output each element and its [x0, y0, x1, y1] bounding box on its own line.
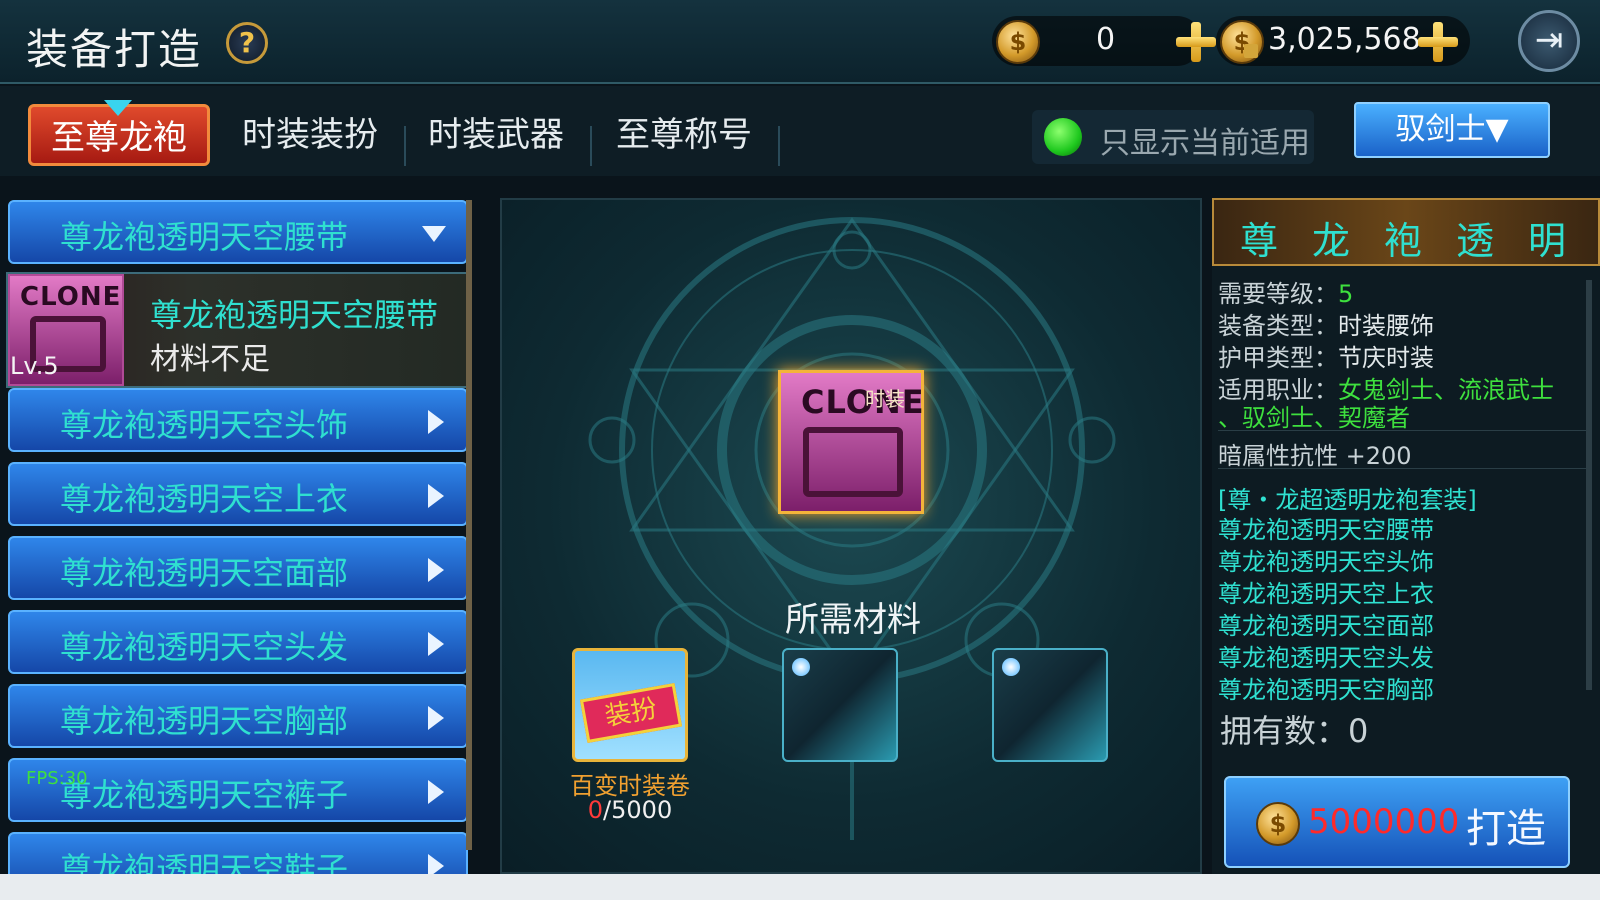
- set-item: 尊龙袍透明天空面部: [1218, 612, 1434, 640]
- item-level: Lv.5: [10, 352, 59, 380]
- list-scrollbar-thumb[interactable]: [466, 200, 472, 850]
- add-gold-icon[interactable]: [1176, 22, 1216, 62]
- question-icon[interactable]: ?: [226, 22, 268, 64]
- gold-amount: 0: [1096, 22, 1116, 57]
- category-headwear[interactable]: 尊龙袍透明天空头饰: [8, 388, 468, 452]
- category-face[interactable]: 尊龙袍透明天空面部: [8, 536, 468, 600]
- chevron-down-icon: [422, 226, 446, 242]
- category-label: 尊龙袍透明天空头饰: [60, 406, 349, 444]
- attr-label: 需要等级：: [1218, 280, 1338, 308]
- tab-bar: 至尊龙袍 时装装扮 时装武器 至尊称号 只显示当前适用 驭剑士▼: [0, 86, 1600, 176]
- class-select-dropdown[interactable]: 驭剑士▼: [1354, 102, 1550, 158]
- applicable-classes-cont: 、驭剑士、契魔者: [1218, 398, 1410, 433]
- page-title: 装备打造: [26, 25, 203, 74]
- list-item-selected[interactable]: CLONE Lv.5 尊龙袍透明天空腰带 材料不足: [6, 272, 468, 388]
- attr-label: 装备类型：: [1218, 312, 1338, 340]
- category-label: 尊龙袍透明天空鞋子: [60, 850, 349, 874]
- item-emblem: [803, 427, 903, 497]
- item-name: 尊龙袍透明天空腰带: [150, 296, 439, 334]
- lock-icon: [1244, 44, 1258, 58]
- filter-label: 只显示当前适用: [1100, 126, 1310, 161]
- filter-toggle[interactable]: 只显示当前适用: [1032, 110, 1314, 164]
- tab-supreme-title[interactable]: 至尊称号: [596, 104, 772, 166]
- category-label: 尊龙袍透明天空腰带: [60, 218, 349, 256]
- coin-icon: $: [1256, 802, 1300, 846]
- tab-divider: [778, 126, 780, 166]
- attr-value: 时装腰饰: [1338, 312, 1434, 340]
- bottom-strip: [0, 874, 1600, 900]
- item-status: 材料不足: [150, 342, 270, 377]
- chevron-right-icon: [428, 632, 444, 656]
- divider: [1218, 430, 1588, 431]
- category-label: 尊龙袍透明天空胸部: [60, 702, 349, 740]
- dark-resistance: 暗属性抗性 +200: [1218, 442, 1412, 470]
- attr-value: 节庆时装: [1338, 344, 1434, 372]
- fps-counter: FPS:30: [26, 768, 88, 789]
- craft-label: 打造: [1466, 806, 1546, 852]
- category-chest[interactable]: 尊龙袍透明天空胸部: [8, 684, 468, 748]
- chevron-right-icon: [428, 558, 444, 582]
- category-shoes[interactable]: 尊龙袍透明天空鞋子: [8, 832, 468, 874]
- toggle-on-icon: [1044, 118, 1082, 156]
- item-tag: 时装: [865, 387, 905, 411]
- tab-fashion-weapon[interactable]: 时装武器: [408, 104, 584, 166]
- exit-icon[interactable]: ⇥: [1518, 10, 1580, 72]
- attr-value: 、驭剑士、契魔者: [1218, 404, 1410, 432]
- coin-icon: $: [996, 20, 1040, 64]
- material-slot-2[interactable]: [782, 648, 898, 762]
- chevron-right-icon: [428, 706, 444, 730]
- armor-type: 护甲类型：节庆时装: [1218, 338, 1434, 373]
- set-item: 尊龙袍透明天空头饰: [1218, 548, 1434, 576]
- target-item-icon[interactable]: CLONE 时装: [778, 370, 924, 514]
- material-required: /5000: [603, 796, 673, 824]
- material-owned: 0: [587, 796, 604, 824]
- required-level: 需要等级：5: [1218, 274, 1353, 309]
- attr-label: 护甲类型：: [1218, 344, 1338, 372]
- material-badge: 装扮: [579, 682, 683, 744]
- crafting-panel: CLONE 时装 所需材料 装扮 百变时装卷 0/5000: [500, 198, 1202, 874]
- chevron-right-icon: [428, 410, 444, 434]
- category-label: 尊龙袍透明天空面部: [60, 554, 349, 592]
- tab-fashion-outfit[interactable]: 时装装扮: [222, 104, 398, 166]
- item-icon: CLONE Lv.5: [8, 274, 124, 386]
- gem-icon: [1002, 658, 1020, 676]
- bound-gold-amount: 3,025,568: [1268, 22, 1421, 57]
- gem-icon: [792, 658, 810, 676]
- craft-cost: 5000000: [1308, 802, 1460, 842]
- equipment-type: 装备类型：时装腰饰: [1218, 306, 1434, 341]
- detail-title: 尊龙袍透明天: [1240, 219, 1600, 263]
- set-item: 尊龙袍透明天空腰带: [1218, 516, 1434, 544]
- chevron-right-icon: [428, 780, 444, 804]
- item-detail-panel: 尊龙袍透明天 需要等级：5 装备类型：时装腰饰 护甲类型：节庆时装 适用职业：女…: [1212, 198, 1600, 874]
- attr-value: 5: [1338, 280, 1354, 308]
- item-icon-text: CLONE: [801, 383, 925, 421]
- owned-count: 拥有数：0: [1220, 712, 1369, 750]
- tab-pointer-icon: [104, 100, 132, 116]
- add-bound-gold-icon[interactable]: [1418, 22, 1458, 62]
- category-belt[interactable]: 尊龙袍透明天空腰带: [8, 200, 468, 264]
- craft-button[interactable]: $ 5000000 打造: [1224, 776, 1570, 868]
- tab-divider: [404, 126, 406, 166]
- category-top[interactable]: 尊龙袍透明天空上衣: [8, 462, 468, 526]
- category-label: 尊龙袍透明天空上衣: [60, 480, 349, 518]
- detail-title-banner: 尊龙袍透明天: [1212, 198, 1600, 266]
- material-slot-1[interactable]: 装扮: [572, 648, 688, 762]
- set-item: 尊龙袍透明天空胸部: [1218, 676, 1434, 704]
- set-item: 尊龙袍透明天空头发: [1218, 644, 1434, 672]
- chevron-right-icon: [428, 484, 444, 508]
- material-slot-3[interactable]: [992, 648, 1108, 762]
- chevron-right-icon: [428, 854, 444, 874]
- materials-title: 所需材料: [785, 600, 921, 640]
- category-label: 尊龙袍透明天空头发: [60, 628, 349, 666]
- divider: [1218, 468, 1588, 469]
- item-icon-text: CLONE: [20, 282, 122, 312]
- set-item: 尊龙袍透明天空上衣: [1218, 580, 1434, 608]
- equipment-list: 尊龙袍透明天空腰带 CLONE Lv.5 尊龙袍透明天空腰带 材料不足 尊龙袍透…: [6, 198, 468, 874]
- category-hair[interactable]: 尊龙袍透明天空头发: [8, 610, 468, 674]
- top-bar: 装备打造 ? $ 0 $ 3,025,568 ⇥: [0, 0, 1600, 84]
- material-count: 0/5000: [542, 796, 718, 824]
- tab-divider: [590, 126, 592, 166]
- category-label: 尊龙袍透明天空裤子: [60, 776, 349, 814]
- detail-scrollbar[interactable]: [1586, 280, 1592, 690]
